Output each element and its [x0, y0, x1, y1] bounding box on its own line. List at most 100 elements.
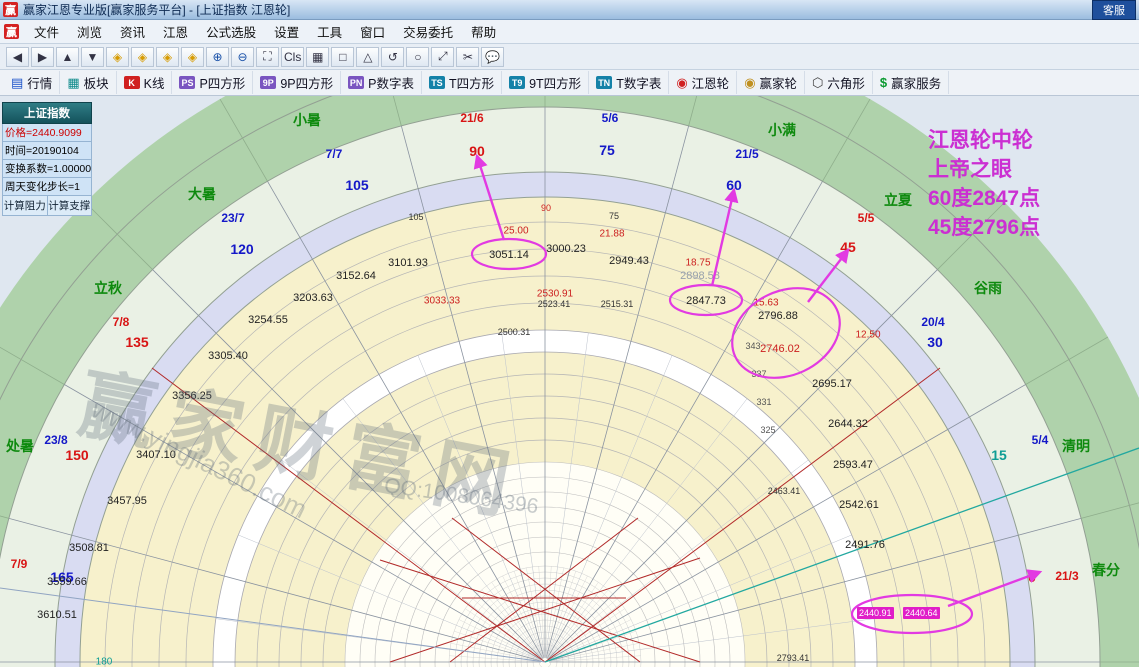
wheel-label: 3559.66	[47, 576, 87, 588]
wheel-label: 135	[125, 334, 149, 350]
wheel-label: 23/7	[221, 211, 245, 225]
forward-button[interactable]: ▶	[31, 46, 54, 67]
计算支撑-button[interactable]: 计算支撑	[47, 196, 92, 216]
menu-item-浏览[interactable]: 浏览	[68, 23, 111, 43]
tool-bar: ◀ ▶ ▲ ▼ ◈ ◈ ◈ ◈ ⊕ ⊖ ⛶ Cls ▦ □ △ ↺ ○ ⤢ ✂ 💬	[0, 44, 1139, 70]
feature-T四方形[interactable]: TS T四方形	[422, 71, 503, 94]
P四方形-icon: PS	[179, 76, 196, 89]
calc-buttons: 计算阻力 计算支撑	[2, 196, 92, 216]
menu-item-交易委托[interactable]: 交易委托	[394, 23, 462, 43]
menu-item-文件[interactable]: 文件	[25, 23, 68, 43]
diamond-3-button[interactable]: ◈	[156, 46, 179, 67]
赢家服务-icon: $	[879, 75, 888, 90]
customer-service-button[interactable]: 客服	[1092, 0, 1136, 20]
menu-item-设置[interactable]: 设置	[265, 23, 308, 43]
赢家轮-icon: ◉	[744, 75, 756, 90]
zoom-out-button[interactable]: ⊖	[231, 46, 254, 67]
wheel-label: 105	[345, 177, 369, 193]
wheel-label: 2463.41	[768, 486, 801, 496]
wheel-label: 2593.47	[833, 459, 873, 471]
wheel-label: 3457.95	[107, 495, 147, 507]
diamond-1-button[interactable]: ◈	[106, 46, 129, 67]
wheel-label: 3033.33	[424, 296, 461, 307]
wheel-label: 7/7	[326, 147, 343, 161]
index-info-rows: 价格=2440.9099 时间=20190104 变换系数=1.00000 周天变化步…	[2, 124, 92, 196]
wheel-label: 2523.41	[538, 299, 571, 309]
六角形-icon: ⬡	[812, 75, 824, 90]
circle-tool-button[interactable]: ○	[406, 46, 430, 67]
comment-button[interactable]: 💬	[481, 46, 505, 67]
resize-button[interactable]: ⤢	[431, 46, 455, 67]
menu-item-窗口[interactable]: 窗口	[351, 23, 394, 43]
grid-button[interactable]: ▦	[306, 46, 330, 67]
feature-label: 行情	[27, 77, 53, 91]
rect-tool-button[interactable]: □	[331, 46, 355, 67]
menu-item-公式选股[interactable]: 公式选股	[197, 23, 265, 43]
menu-item-资讯[interactable]: 资讯	[111, 23, 154, 43]
info-row: 价格=2440.9099	[2, 124, 92, 142]
highlighted-price-badge: 2440.91	[857, 607, 894, 619]
feature-K线[interactable]: K K线	[117, 71, 173, 94]
frame-button[interactable]: ⛶	[256, 46, 279, 67]
wheel-label: 23/8	[44, 433, 68, 447]
info-row: 变换系数=1.00000	[2, 160, 92, 178]
feature-赢家服务[interactable]: $ 赢家服务	[873, 71, 950, 94]
wheel-label: 21/3	[1055, 569, 1079, 583]
wheel-label: 15	[991, 447, 1007, 463]
wheel-label: 90	[541, 203, 551, 213]
annotation-line: 上帝之眼	[928, 158, 1012, 181]
wheel-label: 120	[230, 241, 254, 257]
annotation-line: 60度2847点	[928, 187, 1041, 210]
chart-area: 小暑 小满 大暑 立夏 立秋 谷雨 处暑 清明 春分 7/7 21/6 5/6 21/5 23/7 5/5 7…	[0, 96, 1139, 667]
feature-P数字表[interactable]: PN P数字表	[341, 71, 422, 94]
feature-板块[interactable]: ▦ 板块	[60, 71, 117, 94]
feature-赢家轮[interactable]: ◉ 赢家轮	[737, 71, 806, 94]
wheel-label: 3203.63	[293, 292, 333, 304]
wheel-label: 大暑	[188, 186, 216, 202]
wheel-label: 25.00	[503, 226, 528, 237]
feature-T数字表[interactable]: TN T数字表	[589, 71, 670, 94]
wheel-label: 2491.76	[845, 539, 885, 551]
app-window: 赢 赢家江恩专业版[赢家服务平台] - [上证指数 江恩轮] 客服 赢 文件 浏览…	[0, 0, 1139, 667]
diamond-2-button[interactable]: ◈	[131, 46, 154, 67]
wheel-label: 2793.41	[777, 653, 810, 663]
menu-item-帮助[interactable]: 帮助	[462, 23, 505, 43]
wheel-label: 2847.73	[686, 295, 726, 307]
wheel-label: 7/9	[11, 557, 28, 571]
江恩轮-icon: ◉	[676, 75, 688, 90]
feature-江恩轮[interactable]: ◉ 江恩轮	[669, 71, 738, 94]
annotation-block: 江恩轮中轮 上帝之眼 60度2847点 45度2796点	[928, 126, 1040, 242]
wheel-label: 3610.51	[37, 609, 77, 621]
cls-button[interactable]: Cls	[281, 46, 305, 67]
annotation-line: 45度2796点	[928, 216, 1041, 239]
down-button[interactable]: ▼	[81, 46, 104, 67]
app-logo-icon: 赢	[3, 2, 18, 17]
wheel-label: 20/4	[921, 315, 945, 329]
cut-button[interactable]: ✂	[456, 46, 480, 67]
menu-item-江恩[interactable]: 江恩	[154, 23, 197, 43]
feature-label: K线	[143, 77, 165, 91]
9T四方形-icon: T9	[509, 76, 526, 89]
wheel-label: 2746.02	[760, 343, 800, 355]
T四方形-icon: TS	[428, 76, 445, 89]
rotate-button[interactable]: ↺	[381, 46, 405, 67]
back-button[interactable]: ◀	[6, 46, 29, 67]
feature-P四方形[interactable]: PS P四方形	[172, 71, 254, 94]
feature-9T四方形[interactable]: T9 9T四方形	[502, 71, 590, 94]
menu-items: 文件 浏览 资讯 江恩 公式选股 设置 工具 窗口 交易委托 帮助	[25, 22, 505, 41]
行情-icon: ▤	[11, 75, 24, 90]
feature-行情[interactable]: ▤ 行情	[4, 71, 61, 94]
menu-item-工具[interactable]: 工具	[308, 23, 351, 43]
up-button[interactable]: ▲	[56, 46, 79, 67]
feature-9P四方形[interactable]: 9P 9P四方形	[253, 71, 342, 94]
wheel-label: 12.50	[855, 330, 880, 341]
wheel-label: 21.88	[599, 229, 624, 240]
zoom-in-button[interactable]: ⊕	[206, 46, 229, 67]
diamond-4-button[interactable]: ◈	[181, 46, 204, 67]
triangle-tool-button[interactable]: △	[356, 46, 380, 67]
wheel-label: 2949.43	[609, 255, 649, 267]
wheel-label: 45	[840, 239, 856, 255]
计算阻力-button[interactable]: 计算阻力	[2, 196, 48, 216]
wheel-label: 75	[609, 211, 619, 221]
feature-六角形[interactable]: ⬡ 六角形	[805, 71, 873, 94]
